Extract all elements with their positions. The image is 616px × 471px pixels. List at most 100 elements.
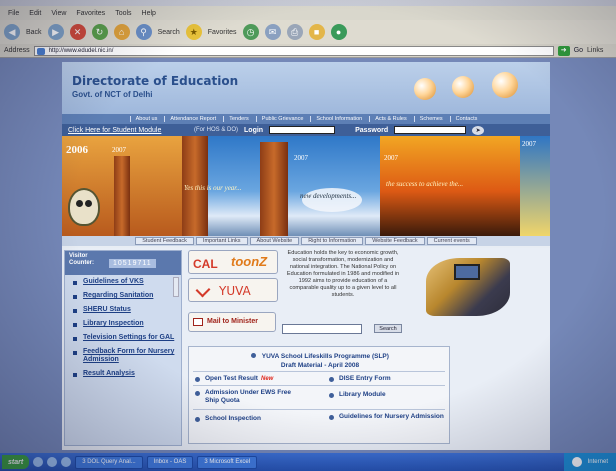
site-search-button[interactable]: Search bbox=[374, 324, 402, 333]
subnav-right-to-information[interactable]: Right to Information bbox=[301, 237, 364, 245]
subnav-current-events[interactable]: Current events bbox=[426, 237, 477, 245]
sidebar-link-sanitation[interactable]: Regarding Sanitation bbox=[83, 292, 153, 300]
nav-tenders[interactable]: Tenders bbox=[223, 116, 254, 122]
history-icon[interactable]: ◷ bbox=[242, 24, 259, 40]
bullet-icon bbox=[73, 351, 77, 355]
search-icon[interactable]: ⚲ bbox=[135, 24, 152, 40]
login-submit-button[interactable]: ➤ bbox=[472, 125, 485, 135]
sidebar-item[interactable]: Feedback Form for Nursery Admission bbox=[65, 345, 181, 367]
home-icon[interactable]: ⌂ bbox=[113, 24, 130, 40]
notice-item[interactable]: Library Module bbox=[329, 391, 386, 399]
stop-icon[interactable]: ✕ bbox=[69, 24, 86, 40]
sidebar-scrollbar[interactable] bbox=[173, 277, 179, 297]
nav-public-grievance[interactable]: Public Grievance bbox=[255, 116, 309, 122]
subnav-about-website[interactable]: About Website bbox=[249, 237, 300, 245]
messenger-icon[interactable]: ● bbox=[330, 24, 347, 40]
taskbar-item-excel[interactable]: 3 Microsoft Excel bbox=[197, 455, 258, 469]
dise-entry-form-link[interactable]: DISE Entry Form bbox=[339, 375, 391, 383]
sidebar-item[interactable]: Library Inspection bbox=[65, 317, 181, 331]
yuva-check-icon bbox=[195, 282, 211, 298]
envelope-icon bbox=[193, 318, 203, 326]
favorites-star-icon[interactable]: ★ bbox=[185, 24, 202, 40]
login-note: (For HOS & DO) bbox=[194, 127, 239, 133]
monument-icon bbox=[260, 142, 288, 236]
sidebar-item[interactable]: Result Analysis bbox=[65, 367, 181, 381]
nav-acts-rules[interactable]: Acts & Rules bbox=[369, 116, 411, 122]
tray-zone-label: Internet bbox=[587, 459, 608, 465]
bullet-dot-icon bbox=[329, 415, 334, 420]
top-nav: About us Attendance Report Tenders Publi… bbox=[62, 114, 550, 124]
menu-view[interactable]: View bbox=[51, 10, 66, 17]
favorites-button-label[interactable]: Favorites bbox=[208, 29, 237, 36]
banner-year: 2007 bbox=[522, 140, 536, 148]
notice-item[interactable]: School Inspection bbox=[195, 415, 261, 423]
menu-favorites[interactable]: Favorites bbox=[76, 10, 105, 17]
subnav-student-feedback[interactable]: Student Feedback bbox=[135, 237, 194, 245]
menu-tools[interactable]: Tools bbox=[115, 10, 131, 17]
sidebar-item[interactable]: Regarding Sanitation bbox=[65, 289, 181, 303]
go-button[interactable]: Go bbox=[574, 47, 583, 54]
bullet-dot-icon bbox=[195, 391, 200, 396]
subnav-website-feedback[interactable]: Website Feedback bbox=[365, 237, 425, 245]
nursery-guidelines-link[interactable]: Guidelines for Nursery Admission bbox=[339, 413, 444, 421]
folder-icon[interactable]: ■ bbox=[308, 24, 325, 40]
notice-item[interactable]: Guidelines for Nursery Admission bbox=[329, 413, 445, 421]
subnav-important-links[interactable]: Important Links bbox=[195, 237, 248, 245]
go-arrow-icon[interactable]: ➜ bbox=[557, 45, 570, 56]
url-input[interactable]: http://www.edudel.nic.in/ bbox=[33, 45, 554, 56]
sidebar-link-library-inspection[interactable]: Library Inspection bbox=[83, 320, 144, 328]
quicklaunch-desktop-icon[interactable] bbox=[47, 457, 58, 467]
screen: File Edit View Favorites Tools Help ◀ Ba… bbox=[0, 0, 616, 471]
ews-admission-link[interactable]: Admission Under EWS Free Ship Quota bbox=[205, 389, 305, 405]
mail-toolbar-icon[interactable]: ✉ bbox=[264, 24, 281, 40]
library-module-link[interactable]: Library Module bbox=[339, 391, 386, 399]
site-container: Directorate of Education Govt. of NCT of… bbox=[62, 62, 550, 450]
notice-item[interactable]: Admission Under EWS Free Ship Quota bbox=[195, 389, 305, 405]
notice-item[interactable]: Open Test Result New bbox=[195, 375, 273, 383]
yuva-banner-button[interactable]: YUVA bbox=[188, 278, 278, 302]
print-icon[interactable]: ⎙ bbox=[286, 24, 303, 40]
mail-to-minister-button[interactable]: Mail to Minister bbox=[188, 312, 276, 332]
back-arrow-icon[interactable]: ◀ bbox=[4, 24, 20, 40]
nav-attendance-report[interactable]: Attendance Report bbox=[164, 116, 221, 122]
password-input[interactable] bbox=[394, 126, 467, 134]
divider bbox=[193, 385, 445, 386]
nav-contacts[interactable]: Contacts bbox=[449, 116, 483, 122]
nav-schemes[interactable]: Schemes bbox=[413, 116, 448, 122]
menu-edit[interactable]: Edit bbox=[29, 10, 41, 17]
student-module-link[interactable]: Click Here for Student Module bbox=[68, 127, 188, 134]
school-inspection-link[interactable]: School Inspection bbox=[205, 415, 261, 423]
nav-school-information[interactable]: School Information bbox=[310, 116, 367, 122]
start-button[interactable]: start bbox=[2, 455, 30, 469]
sidebar-link-guidelines-vks[interactable]: Guidelines of VKS bbox=[83, 278, 144, 286]
menu-help[interactable]: Help bbox=[142, 10, 156, 17]
refresh-icon[interactable]: ↻ bbox=[91, 24, 108, 40]
quicklaunch-ie-icon[interactable] bbox=[33, 457, 44, 467]
sidebar-item[interactable]: Television Settings for GAL bbox=[65, 331, 181, 345]
taskbar-item-inbox[interactable]: Inbox - OAS bbox=[146, 455, 194, 469]
menu-file[interactable]: File bbox=[8, 10, 19, 17]
laptop-screen-icon bbox=[454, 264, 480, 280]
open-test-result-link[interactable]: Open Test Result bbox=[205, 375, 258, 382]
sidebar-item[interactable]: SHERU Status bbox=[65, 303, 181, 317]
login-input[interactable] bbox=[269, 126, 336, 134]
back-button-label[interactable]: Back bbox=[26, 29, 42, 36]
notice-item[interactable]: DISE Entry Form bbox=[329, 375, 391, 383]
sidebar-link-sheru-status[interactable]: SHERU Status bbox=[83, 306, 131, 314]
nav-about-us[interactable]: About us bbox=[129, 116, 163, 122]
slp-heading[interactable]: YUVA School Lifeskills Programme (SLP) D… bbox=[189, 351, 451, 370]
url-text: http://www.edudel.nic.in/ bbox=[48, 47, 114, 54]
search-button-label[interactable]: Search bbox=[158, 29, 180, 36]
site-search-input[interactable] bbox=[282, 324, 362, 334]
banner-caption-2: new developments... bbox=[300, 192, 357, 200]
forward-arrow-icon[interactable]: ▶ bbox=[47, 24, 64, 40]
links-label[interactable]: Links bbox=[587, 47, 603, 54]
bullet-icon bbox=[73, 295, 77, 299]
caltoonz-banner-button[interactable]: CAL toonZ bbox=[188, 250, 278, 274]
quicklaunch-media-icon[interactable] bbox=[61, 457, 72, 467]
sidebar-link-television-settings[interactable]: Television Settings for GAL bbox=[83, 334, 174, 342]
sidebar-link-result-analysis[interactable]: Result Analysis bbox=[83, 370, 135, 378]
sidebar-item[interactable]: Guidelines of VKS bbox=[65, 275, 181, 289]
taskbar-item-query[interactable]: 3 DOL Query Anal... bbox=[75, 455, 143, 469]
sidebar-link-feedback-form[interactable]: Feedback Form for Nursery Admission bbox=[83, 348, 177, 364]
